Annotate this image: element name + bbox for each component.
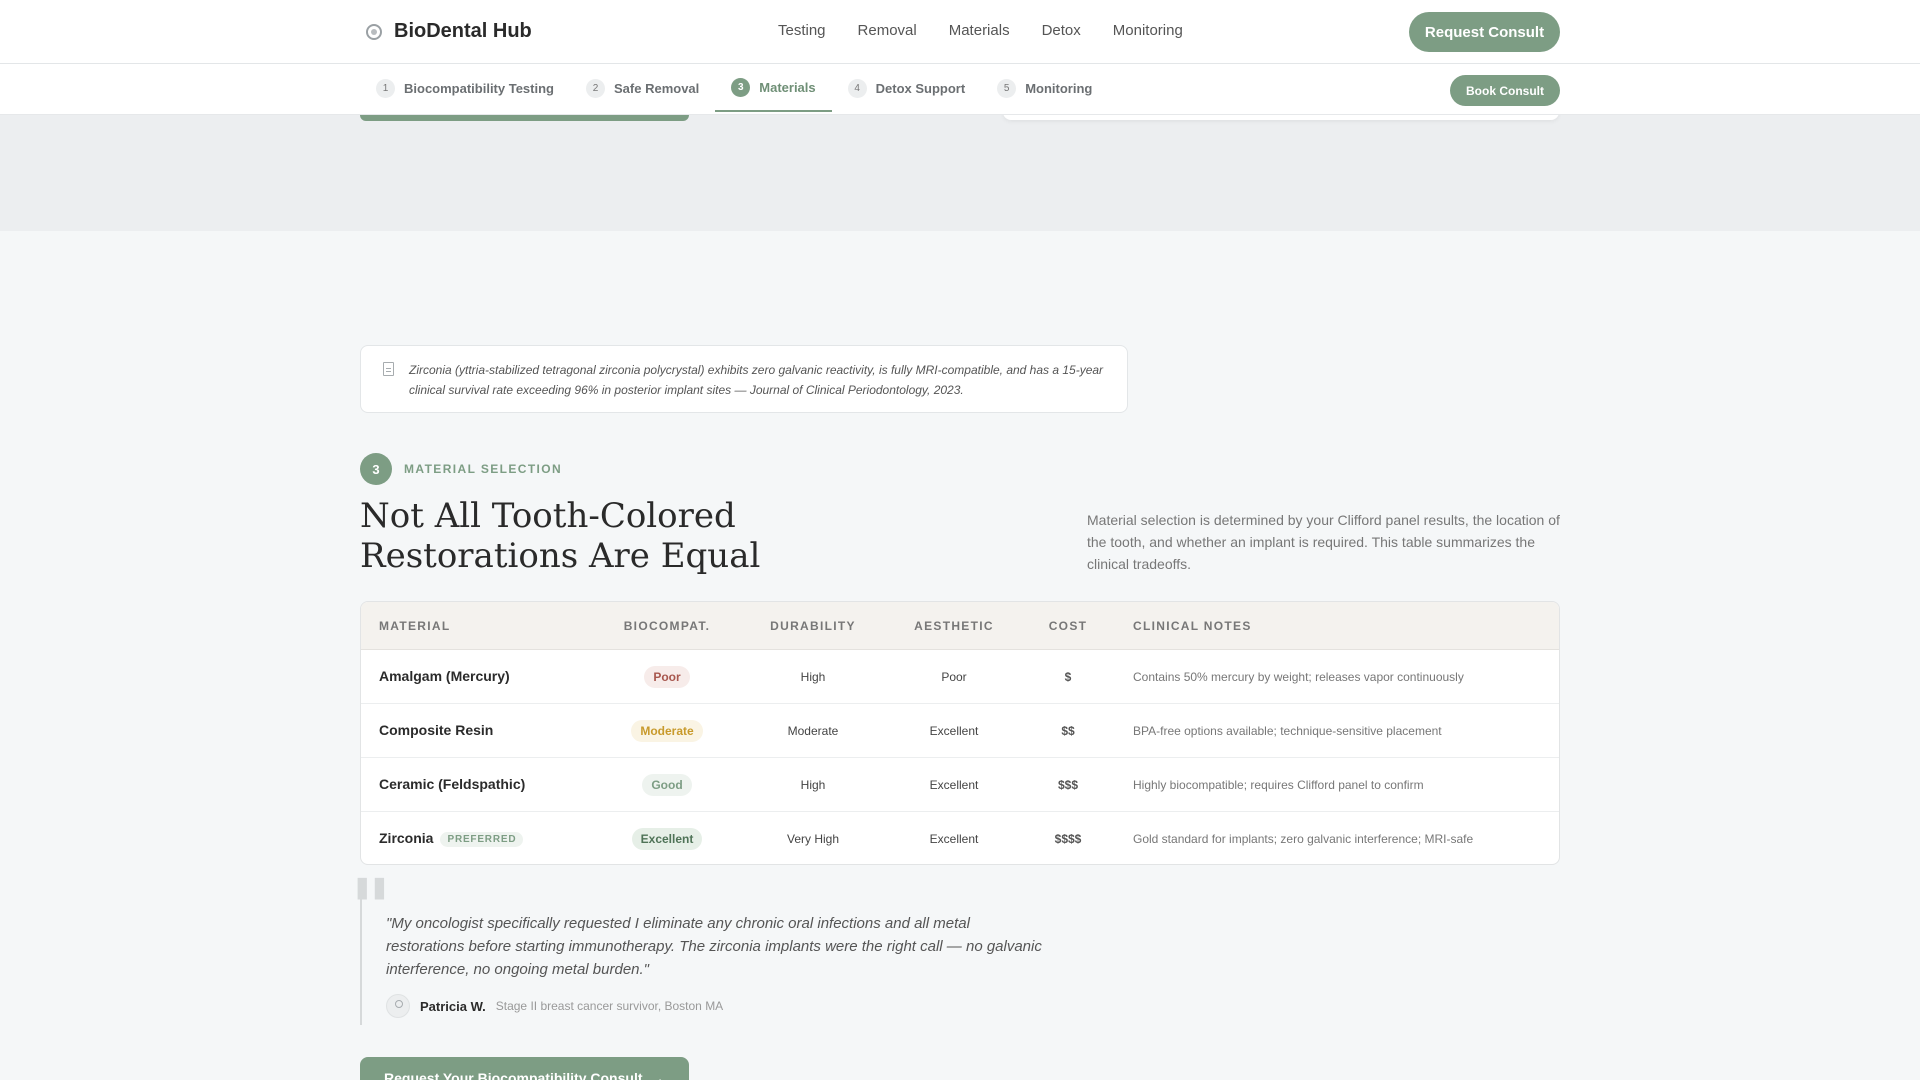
step-tab-safe-removal[interactable]: 2 Safe Removal xyxy=(570,64,715,112)
cost-value: $$$ xyxy=(1057,777,1079,792)
nav-link-monitoring[interactable]: Monitoring xyxy=(1113,22,1183,39)
table-header-row: MATERIAL BIOCOMPAT. DURABILITY AESTHETIC… xyxy=(361,602,1559,650)
cost-value: $$ xyxy=(1061,723,1075,738)
column-header-aesthetic: AESTHETIC xyxy=(914,618,994,633)
step-label: Monitoring xyxy=(1025,80,1093,96)
clinical-notes: BPA-free options available; technique-se… xyxy=(1133,723,1442,738)
request-biocompatibility-consult-button[interactable]: Request Your Biocompatibility Consult → xyxy=(360,1057,689,1080)
nav-link-materials[interactable]: Materials xyxy=(949,22,1010,39)
durability-value: Very High xyxy=(786,832,840,846)
biocompat-badge: Moderate xyxy=(631,719,703,742)
request-consult-button[interactable]: Request Consult xyxy=(1409,12,1560,52)
step-tab-materials[interactable]: 3 Materials xyxy=(715,64,832,112)
user-avatar-icon xyxy=(386,994,410,1018)
table-row: Ceramic (Feldspathic) Good High Excellen… xyxy=(361,758,1559,812)
cost-value: $$$$ xyxy=(1054,832,1082,846)
aesthetic-value: Poor xyxy=(941,669,967,684)
step-label: Safe Removal xyxy=(614,80,700,96)
step-tab-biocompatibility-testing[interactable]: 1 Biocompatibility Testing xyxy=(360,64,570,112)
table-row: Zirconia PREFERRED Excellent Very High Ex… xyxy=(361,812,1559,864)
durability-value: High xyxy=(800,777,826,792)
brand-name: BioDental Hub xyxy=(394,20,532,42)
column-header-durability: DURABILITY xyxy=(770,618,856,633)
step-tab-detox-support[interactable]: 4 Detox Support xyxy=(832,64,982,112)
section-title: Not All Tooth-Colored Restorations Are E… xyxy=(360,496,761,576)
column-header-cost: COST xyxy=(1048,618,1088,633)
section-eyebrow: MATERIAL SELECTION xyxy=(404,462,563,476)
biocompat-badge: Good xyxy=(642,773,692,796)
clinical-notes: Gold standard for implants; zero galvani… xyxy=(1133,832,1474,846)
testimonial-quote: "My oncologist specifically requested I … xyxy=(386,915,1042,978)
aesthetic-value: Excellent xyxy=(929,777,979,792)
column-header-material: MATERIAL xyxy=(379,618,451,633)
step-number: 5 xyxy=(997,78,1017,98)
cost-value: $ xyxy=(1064,669,1072,684)
author-meta: Stage II breast cancer survivor, Boston … xyxy=(495,999,724,1013)
citation-text: Zirconia (yttria-stabilized tetragonal z… xyxy=(409,363,1104,397)
author-name: Patricia W. xyxy=(420,998,486,1014)
previous-section-background xyxy=(0,115,1920,231)
durability-value: High xyxy=(800,669,826,684)
top-navigation: BioDental Hub Testing Removal Materials … xyxy=(0,0,1920,64)
step-number: 3 xyxy=(731,77,751,97)
cta-label: Request Your Biocompatibility Consult xyxy=(384,1070,643,1080)
book-consult-button[interactable]: Book Consult xyxy=(1450,75,1560,106)
biocompat-badge: Excellent xyxy=(631,828,703,850)
nav-link-testing[interactable]: Testing xyxy=(778,22,826,39)
table-row: Composite Resin Moderate Moderate Excell… xyxy=(361,704,1559,758)
step-number: 2 xyxy=(586,78,605,98)
main-nav: Testing Removal Materials Detox Monitori… xyxy=(778,22,1183,39)
column-header-clinical-notes: CLINICAL NOTES xyxy=(1133,618,1252,633)
step-label: Detox Support xyxy=(875,80,966,96)
document-icon xyxy=(383,362,394,376)
step-label: Materials xyxy=(759,79,816,95)
previous-section-button-edge[interactable] xyxy=(360,115,689,121)
preferred-badge: PREFERRED xyxy=(440,832,524,847)
nav-link-detox[interactable]: Detox xyxy=(1042,22,1081,39)
aesthetic-value: Excellent xyxy=(929,832,979,846)
clinical-notes: Highly biocompatible; requires Clifford … xyxy=(1133,777,1424,792)
material-name: Zirconia xyxy=(379,830,434,846)
brand-logo[interactable]: BioDental Hub xyxy=(366,20,532,43)
quote-border xyxy=(360,893,362,1025)
table-row: Amalgam (Mercury) Poor High Poor $ Conta… xyxy=(361,650,1559,704)
step-label: Biocompatibility Testing xyxy=(404,80,554,96)
arrow-right-icon: → xyxy=(650,1070,665,1080)
section-number-badge: 3 xyxy=(360,453,392,485)
column-header-biocompat: BIOCOMPAT. xyxy=(623,618,711,633)
clinical-notes: Contains 50% mercury by weight; releases… xyxy=(1133,669,1464,684)
tooth-icon xyxy=(366,23,382,40)
nav-link-removal[interactable]: Removal xyxy=(858,22,917,39)
step-number: 1 xyxy=(376,78,395,98)
citation-card: Zirconia (yttria-stabilized tetragonal z… xyxy=(360,345,1128,413)
material-name: Amalgam (Mercury) xyxy=(379,667,510,684)
testimonial-author: Patricia W. Stage II breast cancer survi… xyxy=(386,994,723,1018)
aesthetic-value: Excellent xyxy=(929,723,979,738)
biocompat-badge: Poor xyxy=(644,665,690,688)
material-name: Ceramic (Feldspathic) xyxy=(379,775,526,792)
durability-value: Moderate xyxy=(787,723,839,738)
material-name: Composite Resin xyxy=(379,721,494,738)
section-description: Material selection is determined by your… xyxy=(1087,512,1560,572)
materials-comparison-table: MATERIAL BIOCOMPAT. DURABILITY AESTHETIC… xyxy=(360,601,1560,865)
step-tab-monitoring[interactable]: 5 Monitoring xyxy=(981,64,1108,112)
step-number: 4 xyxy=(847,78,867,98)
step-navigation: 1 Biocompatibility Testing 2 Safe Remova… xyxy=(0,64,1920,115)
